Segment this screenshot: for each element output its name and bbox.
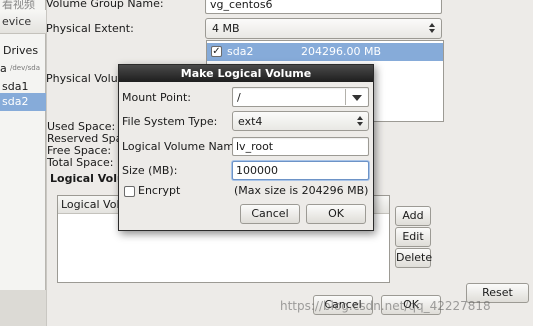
- pv-checkbox[interactable]: ✓: [211, 46, 222, 57]
- list-item[interactable]: ✓ sda2 204296.00 MB: [207, 43, 443, 61]
- delete-button[interactable]: Delete: [395, 248, 432, 268]
- edit-button[interactable]: Edit: [395, 227, 431, 247]
- space-labels: Used Space: Reserved Spac Free Space: To…: [47, 121, 128, 169]
- pv-size: 204296.00 MB: [301, 45, 382, 58]
- lv-section-label: Logical Volu: [50, 172, 125, 185]
- mount-point-label: Mount Point:: [122, 91, 191, 104]
- physical-extent-value: 4 MB: [212, 22, 240, 35]
- lv-name-value: lv_root: [236, 140, 274, 153]
- size-field[interactable]: 100000: [232, 161, 369, 180]
- make-logical-volume-dialog: Make Logical Volume Mount Point: / File …: [118, 64, 374, 231]
- device-panel: evice 看视频 Drives a /dev/sda sda1 sda2: [0, 0, 46, 290]
- fs-type-select[interactable]: ext4: [232, 111, 369, 131]
- size-value: 100000: [236, 164, 278, 177]
- lv-column-name: Logical Volu: [61, 198, 127, 211]
- ok-button[interactable]: OK: [306, 204, 366, 224]
- mount-point-combo[interactable]: /: [232, 87, 369, 107]
- max-size-text: (Max size is 204296 MB): [234, 184, 369, 197]
- device-item-label: sda1: [2, 80, 29, 93]
- vg-name-value: vg_centos6: [210, 0, 273, 11]
- device-item-sda2[interactable]: sda2: [0, 93, 46, 111]
- device-item-label: Drives: [3, 44, 39, 57]
- size-label: Size (MB):: [122, 164, 178, 177]
- combo-separator: [345, 89, 346, 105]
- lv-name-label: Logical Volume Name:: [122, 140, 245, 153]
- add-button[interactable]: Add: [395, 206, 431, 226]
- device-item-disk[interactable]: a /dev/sda: [0, 60, 46, 78]
- device-header-label: evice: [2, 15, 32, 28]
- mount-point-value: /: [237, 91, 241, 104]
- physical-extent-label: Physical Extent:: [46, 22, 134, 35]
- watermark-bottom: https://blog.csdn.net/qq_42227818: [280, 299, 491, 313]
- fs-type-value: ext4: [238, 115, 263, 128]
- total-space-label: Total Space:: [47, 156, 114, 169]
- watermark-top: 看视频: [2, 0, 35, 11]
- encrypt-checkbox[interactable]: [124, 186, 135, 197]
- encrypt-label: Encrypt: [138, 184, 181, 197]
- vg-name-field[interactable]: vg_centos6: [205, 0, 442, 14]
- spin-arrows-icon: [429, 23, 435, 33]
- vg-name-label: Volume Group Name:: [46, 0, 164, 10]
- device-item-drives[interactable]: Drives: [0, 42, 46, 60]
- device-item-label: sda2: [2, 95, 29, 108]
- spin-arrows-icon: [357, 116, 363, 126]
- lv-name-field[interactable]: lv_root: [232, 137, 369, 156]
- chevron-down-icon[interactable]: [352, 95, 362, 101]
- device-column-header: evice: [0, 10, 46, 34]
- dialog-title: Make Logical Volume: [119, 65, 373, 82]
- pv-device: sda2: [227, 45, 254, 58]
- fs-type-label: File System Type:: [122, 115, 218, 128]
- cancel-button[interactable]: Cancel: [240, 204, 300, 224]
- device-item-label: a: [0, 62, 7, 75]
- device-item-sublabel: /dev/sda: [10, 64, 40, 72]
- physical-extent-select[interactable]: 4 MB: [205, 18, 442, 39]
